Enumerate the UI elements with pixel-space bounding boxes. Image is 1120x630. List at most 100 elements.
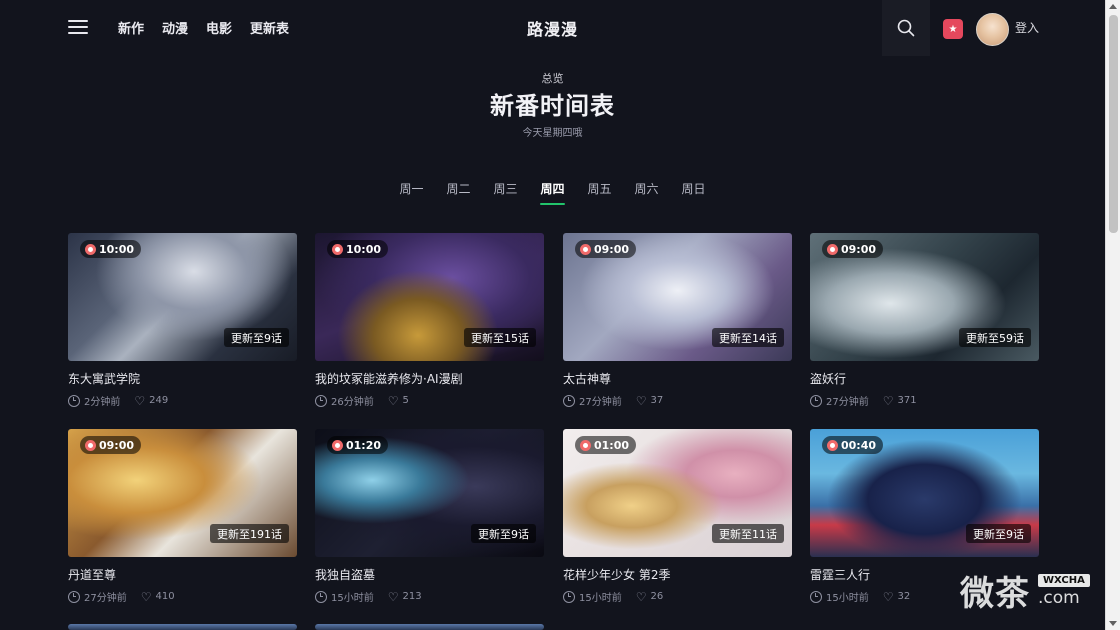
anime-card[interactable]: 09:00 更新至14话 太古神尊 27分钟前 ♡ 37 — [563, 233, 792, 408]
scroll-down-icon[interactable] — [1109, 621, 1117, 626]
anime-thumbnail[interactable]: 09:00 更新至59话 — [810, 233, 1039, 361]
updated-ago: 15小时前 — [579, 593, 622, 604]
episode-badge: 更新至9话 — [471, 524, 536, 543]
alarm-icon — [332, 439, 343, 451]
heart-icon[interactable]: ♡ — [883, 395, 894, 407]
anime-thumbnail[interactable]: 09:00 更新至14话 — [563, 233, 792, 361]
updated-ago: 27分钟前 — [84, 593, 127, 604]
anime-title[interactable]: 我的坟冢能滋养修为·AI漫剧 — [315, 370, 544, 387]
episode-badge: 更新至191话 — [210, 524, 289, 543]
section-label: 总览 — [541, 72, 564, 85]
air-time-badge: 09:00 — [80, 436, 142, 454]
anime-card[interactable]: 09:00 更新至191话 丹道至尊 27分钟前 ♡ 410 — [68, 429, 297, 604]
scroll-thumb[interactable] — [1109, 15, 1118, 233]
anime-thumbnail[interactable]: 10:00 更新至9话 — [68, 233, 297, 361]
episode-badge: 更新至9话 — [224, 328, 289, 347]
updated-ago: 2分钟前 — [84, 397, 121, 408]
episode-badge: 更新至9话 — [966, 524, 1031, 543]
today-subtitle: 今天星期四哦 — [522, 128, 583, 139]
login-link[interactable]: 登入 — [1015, 19, 1039, 36]
heart-icon[interactable]: ♡ — [388, 395, 399, 407]
heart-icon[interactable]: ♡ — [141, 591, 152, 603]
tab-sunday[interactable]: 周日 — [682, 180, 706, 203]
tab-thursday[interactable]: 周四 — [540, 180, 565, 205]
clock-icon — [68, 590, 80, 603]
air-time-badge: 09:00 — [575, 240, 637, 258]
clock-icon — [563, 590, 575, 603]
anime-card[interactable]: 10:00 更新至9话 东大寓武学院 2分钟前 ♡ 249 — [68, 233, 297, 408]
anime-card[interactable]: 10:00 更新至15话 我的坟冢能滋养修为·AI漫剧 26分钟前 ♡ 5 — [315, 233, 544, 408]
tab-tuesday[interactable]: 周二 — [446, 180, 470, 203]
air-time: 09:00 — [99, 438, 135, 452]
tab-saturday[interactable]: 周六 — [635, 180, 659, 203]
scroll-up-icon[interactable] — [1109, 4, 1117, 9]
updated-ago: 27分钟前 — [826, 397, 869, 408]
like-count: 26 — [650, 591, 664, 602]
anime-title[interactable]: 我独自盗墓 — [315, 566, 544, 583]
watermark-cn: 微茶 — [960, 574, 1030, 614]
heart-icon[interactable]: ♡ — [636, 395, 647, 407]
anime-thumbnail[interactable]: 00:40 更新至9话 — [810, 429, 1039, 557]
air-time-badge: 09:00 — [822, 240, 884, 258]
favorites-button[interactable]: ★ — [943, 19, 963, 39]
episode-badge: 更新至14话 — [712, 328, 784, 347]
anime-thumbnail[interactable]: 01:00 更新至11话 — [563, 429, 792, 557]
heart-icon[interactable]: ♡ — [883, 591, 894, 603]
anime-card[interactable]: 01:00 更新至11话 花样少年少女 第2季 15小时前 ♡ 26 — [563, 429, 792, 604]
anime-title[interactable]: 丹道至尊 — [68, 566, 297, 583]
anime-thumbnail[interactable] — [68, 624, 297, 630]
clock-icon — [810, 394, 822, 407]
clock-icon — [315, 590, 327, 603]
search-button[interactable] — [882, 0, 930, 56]
alarm-icon — [332, 243, 343, 255]
heart-icon[interactable]: ♡ — [134, 395, 145, 407]
anime-thumbnail[interactable] — [315, 624, 544, 630]
like-count: 213 — [402, 591, 422, 602]
watermark: 微茶 WXCHA .com — [960, 566, 1090, 615]
tab-friday[interactable]: 周五 — [588, 180, 612, 203]
air-time-badge: 01:00 — [575, 436, 637, 454]
air-time: 00:40 — [841, 438, 877, 452]
vertical-scrollbar[interactable] — [1105, 0, 1120, 630]
heart-icon[interactable]: ♡ — [636, 591, 647, 603]
alarm-icon — [827, 439, 838, 451]
card-meta: 15小时前 ♡ 26 — [563, 589, 792, 604]
weekday-tabs: 周一 周二 周三 周四 周五 周六 周日 — [0, 180, 1105, 205]
like-count: 5 — [402, 395, 409, 406]
avatar[interactable] — [976, 13, 1009, 46]
anime-card[interactable]: 01:20 更新至9话 我独自盗墓 15小时前 ♡ 213 — [315, 429, 544, 604]
card-meta: 26分钟前 ♡ 5 — [315, 393, 544, 408]
like-count: 32 — [897, 591, 911, 602]
alarm-icon — [85, 243, 96, 255]
anime-title[interactable]: 盗妖行 — [810, 370, 1039, 387]
search-icon — [897, 19, 915, 37]
air-time-badge: 10:00 — [80, 240, 142, 258]
tab-monday[interactable]: 周一 — [399, 180, 423, 203]
anime-title[interactable]: 太古神尊 — [563, 370, 792, 387]
heart-icon[interactable]: ♡ — [388, 591, 399, 603]
updated-ago: 15小时前 — [331, 593, 374, 604]
card-meta: 27分钟前 ♡ 410 — [68, 589, 297, 604]
site-logo[interactable]: 路漫漫 — [0, 16, 1105, 40]
alarm-icon — [580, 243, 591, 255]
anime-thumbnail[interactable]: 01:20 更新至9话 — [315, 429, 544, 557]
watermark-badge: WXCHA — [1038, 573, 1090, 587]
like-count: 37 — [650, 395, 664, 406]
anime-thumbnail[interactable]: 10:00 更新至15话 — [315, 233, 544, 361]
air-time: 09:00 — [594, 242, 630, 256]
updated-ago: 27分钟前 — [579, 397, 622, 408]
anime-title[interactable]: 东大寓武学院 — [68, 370, 297, 387]
alarm-icon — [85, 439, 96, 451]
tab-wednesday[interactable]: 周三 — [493, 180, 517, 203]
top-bar: 新作 动漫 电影 更新表 路漫漫 ★ 登入 — [0, 0, 1105, 56]
anime-title[interactable]: 花样少年少女 第2季 — [563, 566, 792, 583]
card-meta: 2分钟前 ♡ 249 — [68, 393, 297, 408]
episode-badge: 更新至59话 — [959, 328, 1031, 347]
anime-thumbnail[interactable]: 09:00 更新至191话 — [68, 429, 297, 557]
clock-icon — [68, 394, 80, 407]
like-count: 410 — [155, 591, 175, 602]
like-count: 249 — [149, 395, 169, 406]
clock-icon — [563, 394, 575, 407]
updated-ago: 26分钟前 — [331, 397, 374, 408]
anime-card[interactable]: 09:00 更新至59话 盗妖行 27分钟前 ♡ 371 — [810, 233, 1039, 408]
